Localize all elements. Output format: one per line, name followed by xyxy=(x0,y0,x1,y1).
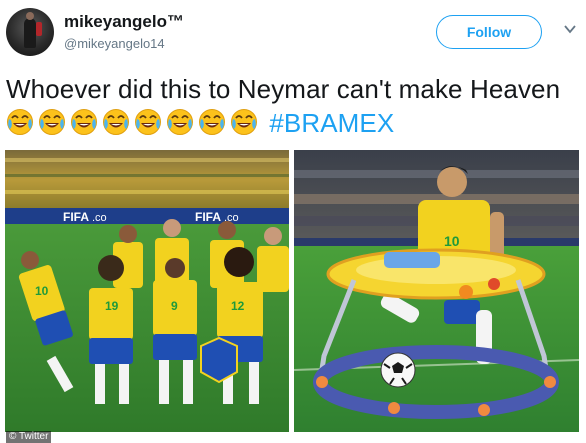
face-with-tears-of-joy-icon xyxy=(199,109,225,135)
face-with-tears-of-joy-icon xyxy=(39,109,65,135)
avatar[interactable] xyxy=(6,8,54,56)
face-with-tears-of-joy-icon xyxy=(103,109,129,135)
user-handle[interactable]: @mikeyangelo14 xyxy=(64,36,165,51)
jersey-number-1: 10 xyxy=(35,284,49,298)
display-name[interactable]: mikeyangelo™ xyxy=(64,12,184,32)
banner-right-text: FIFA xyxy=(195,210,221,224)
hashtag-link[interactable]: #BRAMEX xyxy=(269,108,394,138)
jersey-number-4: 12 xyxy=(231,299,245,313)
tweet-text-body: Whoever did this to Neymar can't make He… xyxy=(6,74,561,104)
avatar-accent xyxy=(36,22,42,36)
banner-left-text: FIFA xyxy=(63,210,89,224)
face-with-tears-of-joy-icon xyxy=(167,109,193,135)
twitter-watermark: © Twitter xyxy=(6,431,52,443)
baby-walker-image[interactable]: 10 xyxy=(294,150,579,432)
emoji-row xyxy=(6,108,262,138)
team-photo-image[interactable]: FIFA .co FIFA .co 10 19 9 12 xyxy=(5,150,289,432)
follow-button[interactable]: Follow xyxy=(436,15,542,49)
banner-left-suffix: .co xyxy=(92,212,107,224)
avatar-figure xyxy=(24,12,36,48)
face-with-tears-of-joy-icon xyxy=(135,109,161,135)
tweet-header: mikeyangelo™ @mikeyangelo14 Follow xyxy=(0,0,586,66)
walker-jersey-number: 10 xyxy=(444,233,460,249)
face-with-tears-of-joy-icon xyxy=(231,109,257,135)
team-flag xyxy=(200,336,238,384)
jersey-number-3: 9 xyxy=(171,299,178,313)
chevron-down-icon[interactable] xyxy=(562,22,578,38)
face-with-tears-of-joy-icon xyxy=(71,109,97,135)
jersey-number-2: 19 xyxy=(105,299,119,313)
tweet-text: Whoever did this to Neymar can't make He… xyxy=(6,72,581,140)
face-with-tears-of-joy-icon xyxy=(7,109,33,135)
tweet-media[interactable]: FIFA .co FIFA .co 10 19 9 12 10 xyxy=(5,150,579,432)
